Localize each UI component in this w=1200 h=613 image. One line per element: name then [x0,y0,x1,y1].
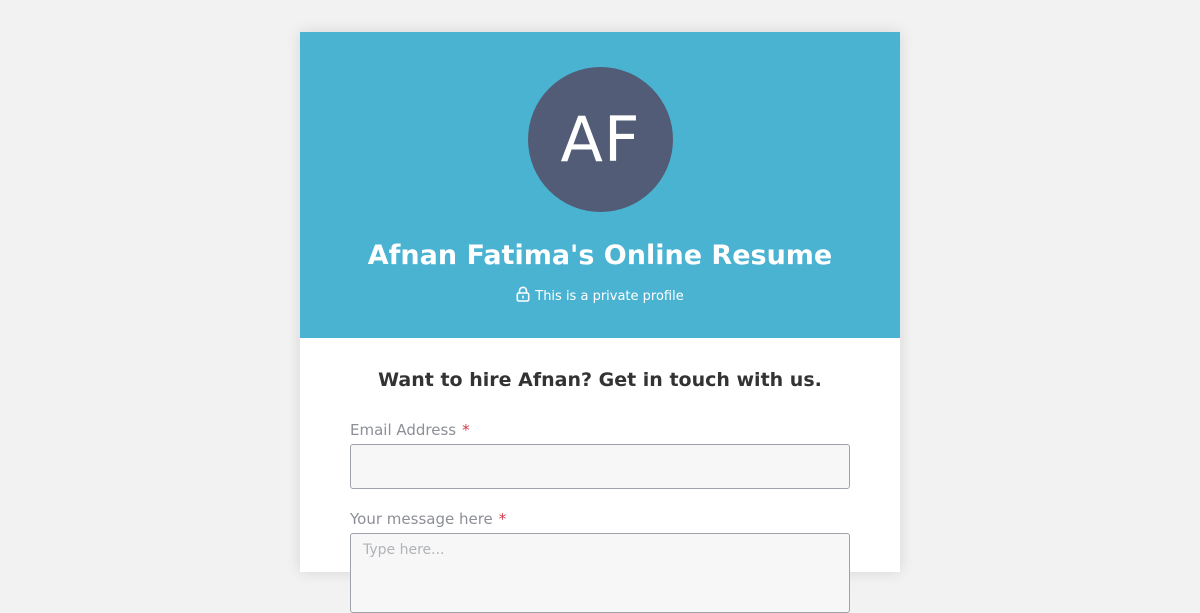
privacy-text: This is a private profile [535,289,684,304]
resume-card: AF Afnan Fatima's Online Resume This is … [300,32,900,613]
required-mark: * [462,421,470,439]
message-label: Your message here * [350,510,506,528]
email-label: Email Address * [350,421,470,439]
required-mark: * [498,510,507,528]
lock-icon [516,286,530,306]
avatar: AF [528,67,673,212]
message-field[interactable] [350,533,850,613]
email-field[interactable] [350,444,850,489]
email-label-text: Email Address [350,421,457,439]
page-title: Afnan Fatima's Online Resume [367,240,833,271]
profile-header: AF Afnan Fatima's Online Resume This is … [300,32,900,338]
contact-headline: Want to hire Afnan? Get in touch with us… [378,369,822,391]
contact-section: Want to hire Afnan? Get in touch with us… [300,338,900,613]
message-label-text: Your message here [350,510,493,528]
privacy-notice: This is a private profile [300,286,900,306]
